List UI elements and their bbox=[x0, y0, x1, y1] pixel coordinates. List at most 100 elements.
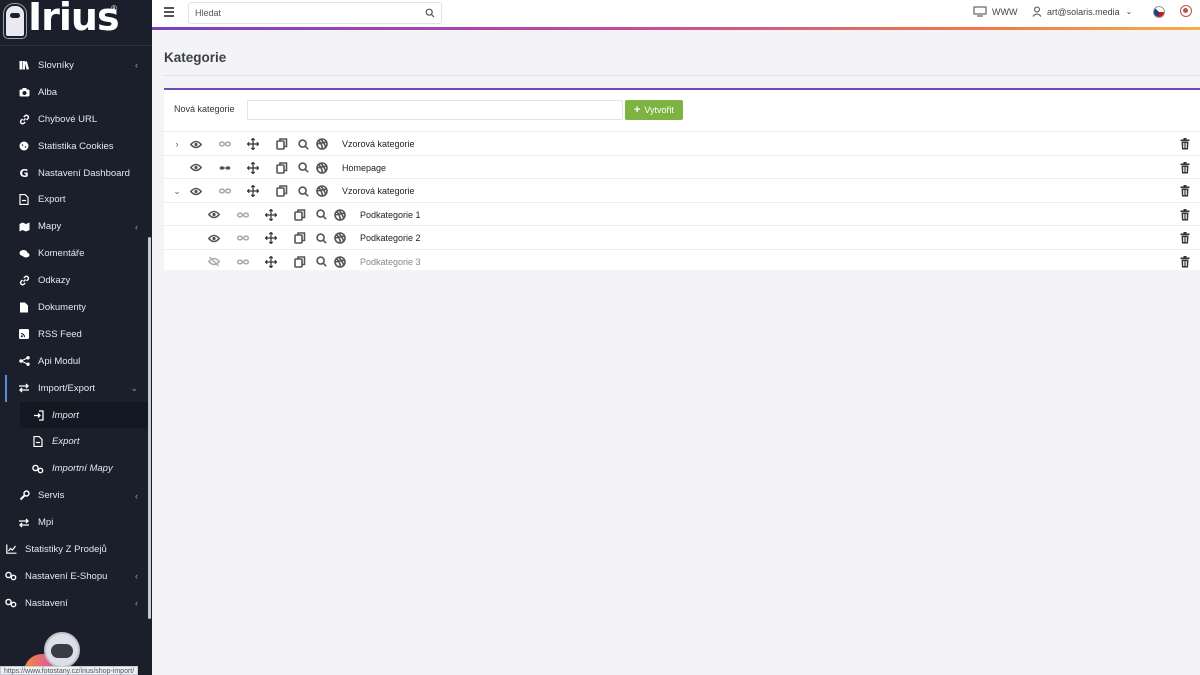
sidebar-item-5[interactable]: Export bbox=[0, 186, 148, 213]
target-icon[interactable] bbox=[1180, 5, 1192, 17]
category-name[interactable]: Podkategorie 3 bbox=[360, 254, 421, 270]
trash-icon[interactable] bbox=[1179, 136, 1191, 152]
chevron-down-icon[interactable]: ⌄ bbox=[172, 183, 182, 199]
glasses-icon[interactable] bbox=[219, 183, 231, 199]
user-menu[interactable]: art@solaris.media ⌄ bbox=[1032, 6, 1132, 17]
sidebar-item-8[interactable]: Odkazy bbox=[0, 267, 148, 294]
topbar: WWW art@solaris.media ⌄ bbox=[152, 0, 1200, 28]
copy-icon[interactable] bbox=[294, 207, 306, 223]
sidebar-item-7[interactable]: Komentáře bbox=[0, 240, 148, 267]
chevron-down-icon: ⌄ bbox=[130, 382, 138, 393]
hamburger-menu-icon[interactable] bbox=[164, 7, 174, 17]
search-icon[interactable] bbox=[297, 160, 309, 176]
search-input[interactable] bbox=[195, 6, 415, 20]
category-row: Podkategorie 1 bbox=[164, 201, 1200, 226]
czech-flag-icon[interactable] bbox=[1153, 6, 1165, 18]
eye-icon[interactable] bbox=[208, 230, 220, 246]
sidebar-item-20[interactable]: Nastavení ‹ bbox=[0, 590, 148, 617]
create-category-button[interactable]: + Vytvořit bbox=[625, 100, 683, 120]
category-name[interactable]: Vzorová kategorie bbox=[342, 136, 415, 152]
search-icon[interactable] bbox=[425, 8, 435, 18]
search-icon[interactable] bbox=[297, 183, 309, 199]
chevron-left-icon: ‹ bbox=[135, 598, 138, 609]
dribbble-icon[interactable] bbox=[334, 207, 346, 223]
sidebar-item-16[interactable]: Servis ‹ bbox=[0, 482, 148, 509]
www-link[interactable]: WWW bbox=[973, 6, 1017, 17]
sidebar-item-label: Importní Mapy bbox=[52, 463, 113, 475]
category-name[interactable]: Homepage bbox=[342, 160, 386, 176]
sidebar-item-4[interactable]: G Nastavení Dashboard bbox=[0, 160, 148, 187]
sidebar-item-3[interactable]: Statistika Cookies bbox=[0, 133, 148, 160]
glasses-icon[interactable] bbox=[219, 136, 231, 152]
copy-icon[interactable] bbox=[276, 160, 288, 176]
copy-icon[interactable] bbox=[276, 136, 288, 152]
brand-logo[interactable]: Irius ® bbox=[0, 0, 152, 46]
www-label: WWW bbox=[992, 6, 1018, 17]
search-icon[interactable] bbox=[315, 254, 327, 270]
sidebar-item-6[interactable]: Mapy ‹ bbox=[0, 213, 148, 240]
chevron-right-icon[interactable]: › bbox=[172, 136, 182, 152]
move-icon[interactable] bbox=[265, 230, 277, 246]
category-name[interactable]: Podkategorie 2 bbox=[360, 230, 421, 246]
map-icon bbox=[16, 219, 32, 235]
topbar-gradient-line bbox=[152, 27, 1200, 30]
trash-icon[interactable] bbox=[1179, 230, 1191, 246]
sidebar-item-14[interactable]: Export bbox=[0, 428, 148, 455]
dribbble-icon[interactable] bbox=[316, 136, 328, 152]
glasses-icon[interactable] bbox=[237, 207, 249, 223]
chart-line-icon bbox=[3, 541, 19, 557]
sidebar-item-9[interactable]: Dokumenty bbox=[0, 294, 148, 321]
trash-icon[interactable] bbox=[1179, 207, 1191, 223]
sidebar-item-2[interactable]: Chybové URL bbox=[0, 106, 148, 133]
category-name[interactable]: Podkategorie 1 bbox=[360, 207, 421, 223]
sidebar-item-11[interactable]: Api Modul bbox=[0, 348, 148, 375]
sidebar-item-10[interactable]: RSS Feed bbox=[0, 321, 148, 348]
move-icon[interactable] bbox=[265, 207, 277, 223]
dribbble-icon[interactable] bbox=[316, 183, 328, 199]
search-icon[interactable] bbox=[315, 230, 327, 246]
eye-icon[interactable] bbox=[190, 183, 202, 199]
sidebar-item-18[interactable]: Statistiky Z Prodejů bbox=[0, 536, 148, 563]
cogs-icon bbox=[3, 595, 19, 611]
search-icon[interactable] bbox=[315, 207, 327, 223]
trash-icon[interactable] bbox=[1179, 160, 1191, 176]
eye-icon[interactable] bbox=[208, 207, 220, 223]
category-name[interactable]: Vzorová kategorie bbox=[342, 183, 415, 199]
copy-icon[interactable] bbox=[276, 183, 288, 199]
new-category-input[interactable] bbox=[247, 100, 623, 120]
google-icon: G bbox=[19, 166, 29, 180]
sidebar-scrollbar[interactable] bbox=[148, 237, 151, 619]
sidebar-item-1[interactable]: Alba bbox=[0, 79, 148, 106]
dribbble-icon[interactable] bbox=[334, 254, 346, 270]
file-export-icon bbox=[30, 434, 46, 450]
sidebar-item-15[interactable]: Importní Mapy bbox=[0, 455, 148, 482]
eye-icon[interactable] bbox=[190, 160, 202, 176]
dribbble-icon[interactable] bbox=[334, 230, 346, 246]
move-icon[interactable] bbox=[247, 136, 259, 152]
camera-icon bbox=[16, 84, 32, 100]
glasses-icon[interactable] bbox=[237, 254, 249, 270]
eye-icon[interactable] bbox=[190, 136, 202, 152]
eye-slash-icon[interactable] bbox=[208, 254, 220, 270]
search-icon[interactable] bbox=[297, 136, 309, 152]
glasses-icon[interactable] bbox=[219, 160, 231, 176]
move-icon[interactable] bbox=[247, 160, 259, 176]
copy-icon[interactable] bbox=[294, 230, 306, 246]
sidebar-item-label: Api Modul bbox=[38, 355, 81, 367]
trash-icon[interactable] bbox=[1179, 254, 1191, 270]
logo-registered-mark: ® bbox=[111, 4, 117, 13]
glasses-icon[interactable] bbox=[237, 230, 249, 246]
sidebar-item-13[interactable]: Import bbox=[20, 401, 148, 429]
sidebar-item-0[interactable]: Slovníky ‹ bbox=[0, 52, 148, 79]
move-icon[interactable] bbox=[265, 254, 277, 270]
move-icon[interactable] bbox=[247, 183, 259, 199]
sidebar-item-label: Nastavení Dashboard bbox=[38, 167, 130, 179]
sidebar-item-17[interactable]: Mpi bbox=[0, 509, 148, 536]
sidebar-item-19[interactable]: Nastavení E-Shopu ‹ bbox=[0, 563, 148, 590]
copy-icon[interactable] bbox=[294, 254, 306, 270]
trash-icon[interactable] bbox=[1179, 183, 1191, 199]
dribbble-icon[interactable] bbox=[316, 160, 328, 176]
sidebar-item-12[interactable]: Import/Export ⌄ bbox=[0, 374, 148, 402]
chevron-down-icon: ⌄ bbox=[1125, 7, 1133, 16]
toggle-placeholder bbox=[172, 160, 182, 176]
